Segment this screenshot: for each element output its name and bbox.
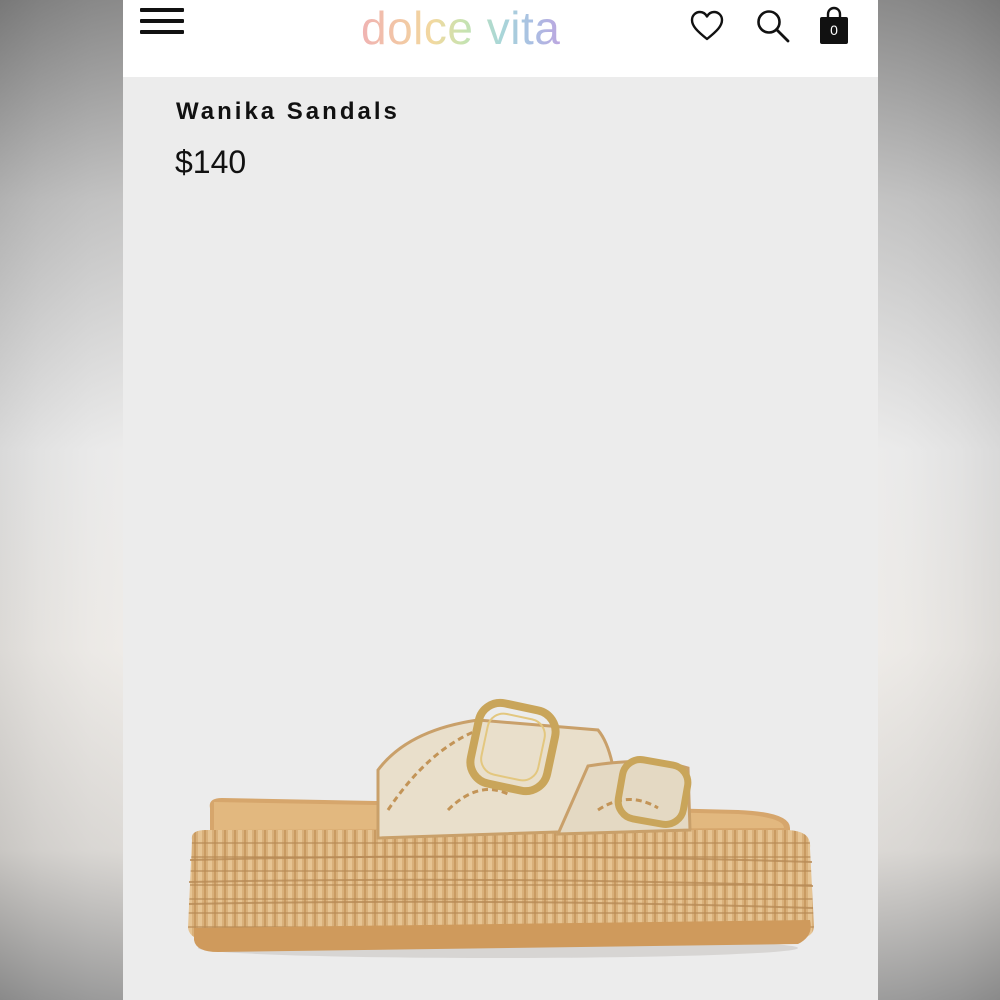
- blurred-left-margin: [0, 0, 123, 1000]
- blurred-right-margin: [877, 0, 1000, 1000]
- bag-count-badge: 0: [830, 22, 838, 38]
- search-icon[interactable]: [755, 8, 791, 44]
- mobile-page: dolce vita 0 Wanika Sandals $140: [123, 0, 878, 1000]
- product-image-sandal: [188, 698, 814, 958]
- product-title: Wanika Sandals: [176, 98, 400, 125]
- product-price: $140: [175, 144, 247, 180]
- hamburger-menu-icon[interactable]: [140, 7, 186, 37]
- brand-logo[interactable]: dolce vita: [361, 0, 560, 60]
- heart-icon[interactable]: [689, 9, 725, 43]
- shopping-bag-icon[interactable]: 0: [818, 6, 850, 46]
- site-header: dolce vita 0: [123, 0, 878, 77]
